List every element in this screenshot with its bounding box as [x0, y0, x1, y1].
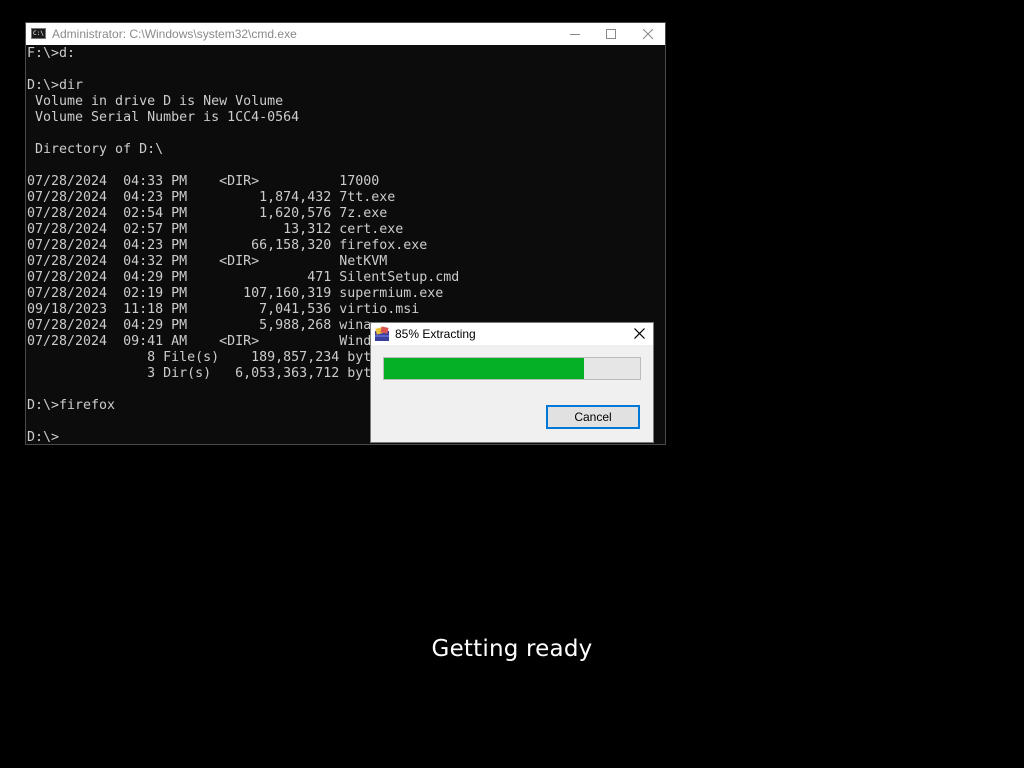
console-line: D:\>firefox [27, 398, 116, 413]
progress-bar [383, 357, 641, 380]
console-line: D:\> [27, 430, 60, 444]
close-button[interactable] [629, 23, 665, 45]
progress-fill [384, 358, 584, 379]
minimize-button[interactable] [556, 23, 594, 45]
console-line: 07/28/2024 04:23 PM 1,874,432 7tt.exe [27, 190, 396, 205]
console-line: D:\>dir [27, 78, 84, 93]
cmd-icon: C:\ [31, 28, 46, 39]
console-line: 07/28/2024 04:23 PM 66,158,320 firefox.e… [27, 238, 428, 253]
console-line: 07/28/2024 02:57 PM 13,312 cert.exe [27, 222, 404, 237]
console-line: 07/28/2024 04:29 PM 5,988,268 wina [27, 318, 372, 333]
console-line: 07/28/2024 02:19 PM 107,160,319 supermiu… [27, 286, 444, 301]
console-line: Volume in drive D is New Volume [27, 94, 284, 109]
console-line: Directory of D:\ [27, 142, 164, 157]
console-line: 07/28/2024 04:32 PM <DIR> NetKVM [27, 254, 388, 269]
status-text: Getting ready [431, 636, 593, 662]
close-icon [643, 29, 653, 39]
dialog-close-button[interactable] [631, 325, 649, 343]
console-line: Volume Serial Number is 1CC4-0564 [27, 110, 300, 125]
console-line: 3 Dir(s) 6,053,363,712 byt [27, 366, 372, 381]
console-line: F:\>d: [27, 46, 76, 61]
cancel-button[interactable]: Cancel [546, 405, 640, 429]
console-line: 8 File(s) 189,857,234 byt [27, 350, 372, 365]
dialog-title: 85% Extracting [395, 327, 476, 341]
maximize-button[interactable] [592, 23, 630, 45]
console-line: 07/28/2024 04:33 PM <DIR> 17000 [27, 174, 380, 189]
extract-dialog[interactable]: 85% Extracting Cancel [370, 322, 654, 443]
console-line: 09/18/2023 11:18 PM 7,041,536 virtio.msi [27, 302, 420, 317]
console-line: 07/28/2024 09:41 AM <DIR> Wind [27, 334, 372, 349]
console-line: 07/28/2024 04:29 PM 471 SilentSetup.cmd [27, 270, 460, 285]
console-line: 07/28/2024 02:54 PM 1,620,576 7z.exe [27, 206, 388, 221]
close-icon [634, 328, 645, 339]
desktop-screen: C:\ Administrator: C:\Windows\system32\c… [0, 0, 1024, 768]
dialog-titlebar[interactable]: 85% Extracting [371, 323, 653, 345]
archive-icon [375, 326, 389, 341]
window-title: Administrator: C:\Windows\system32\cmd.e… [52, 27, 297, 41]
cmd-titlebar[interactable]: C:\ Administrator: C:\Windows\system32\c… [26, 23, 665, 45]
